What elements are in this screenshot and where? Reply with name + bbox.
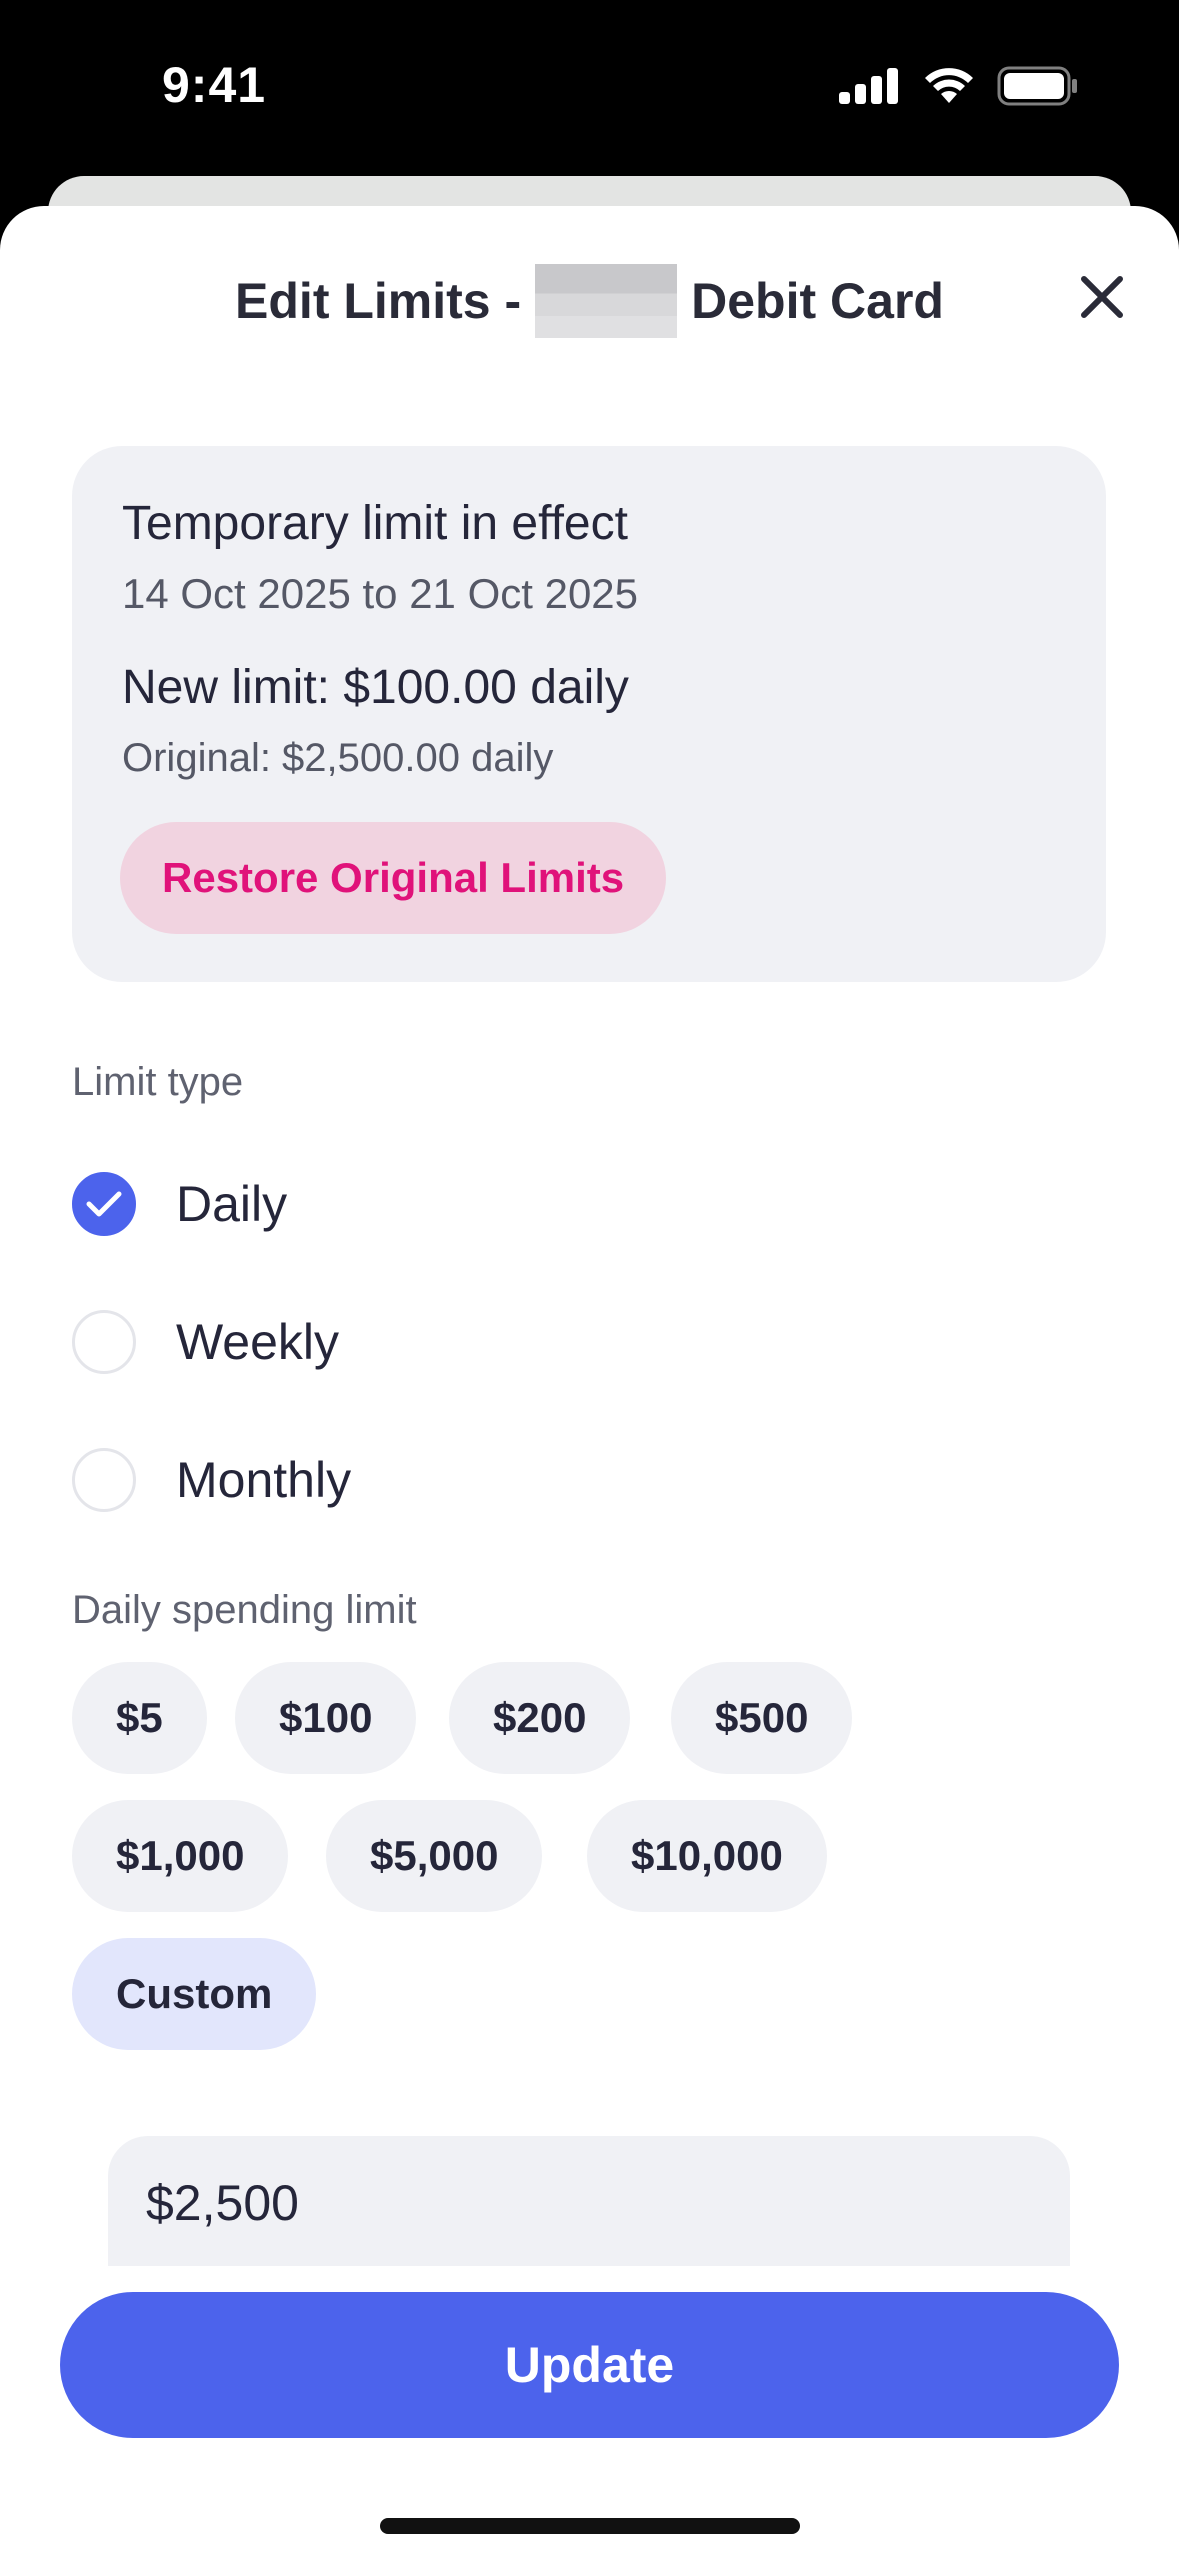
- radio-daily[interactable]: Daily: [72, 1169, 287, 1239]
- radio-unchecked[interactable]: [72, 1310, 136, 1374]
- radio-checked[interactable]: [72, 1172, 136, 1236]
- radio-label-daily: Daily: [176, 1176, 288, 1232]
- battery-icon: [997, 66, 1077, 106]
- status-time: 9:41: [162, 57, 267, 113]
- new-limit-text: New limit: $100.00 daily: [122, 661, 629, 714]
- restore-original-limits-button[interactable]: Restore Original Limits: [120, 822, 667, 934]
- chip-10000[interactable]: $10,000: [587, 1800, 827, 1912]
- chip-1000[interactable]: $1,000: [72, 1800, 289, 1912]
- radio-monthly[interactable]: Monthly: [72, 1445, 351, 1515]
- update-button[interactable]: Update: [60, 2292, 1119, 2438]
- title-prefix: Edit Limits -: [235, 273, 522, 329]
- radio-label-weekly: Weekly: [176, 1314, 340, 1370]
- radio-unchecked[interactable]: [72, 1448, 136, 1512]
- cellular-signal-icon: [839, 68, 898, 104]
- edit-limits-sheet: Edit Limits - Debit Card Temporary limit…: [0, 206, 1179, 2556]
- original-limit-text: Original: $2,500.00 daily: [122, 736, 554, 780]
- radio-label-monthly: Monthly: [176, 1452, 352, 1508]
- sheet-header: Edit Limits - Debit Card: [0, 254, 1179, 346]
- temporary-limit-title: Temporary limit in effect: [122, 497, 628, 550]
- spending-limit-label: Daily spending limit: [72, 1588, 417, 1632]
- chip-5000[interactable]: $5,000: [326, 1800, 543, 1912]
- chip-500[interactable]: $500: [671, 1662, 853, 1774]
- wifi-icon: [925, 68, 973, 103]
- home-indicator: [380, 2518, 800, 2534]
- chip-100[interactable]: $100: [235, 1662, 417, 1774]
- radio-weekly[interactable]: Weekly: [72, 1307, 339, 1377]
- checkmark-icon: [86, 1191, 122, 1217]
- chip-5[interactable]: $5: [72, 1662, 207, 1774]
- limit-type-label: Limit type: [72, 1060, 244, 1104]
- status-bar: 9:41: [0, 0, 1179, 170]
- custom-amount-input[interactable]: $2,500: [108, 2136, 1070, 2266]
- temporary-limit-dates: 14 Oct 2025 to 21 Oct 2025: [122, 570, 639, 617]
- temporary-limit-card: Temporary limit in effect 14 Oct 2025 to…: [72, 446, 1106, 982]
- close-button[interactable]: [1067, 262, 1137, 332]
- redacted-card-name: [535, 264, 678, 338]
- sheet-title: Edit Limits - Debit Card: [0, 264, 1179, 338]
- chip-custom[interactable]: Custom: [72, 1938, 317, 2050]
- status-icons: [839, 66, 1079, 106]
- close-icon: [1081, 276, 1123, 318]
- title-suffix: Debit Card: [691, 273, 944, 329]
- chip-200[interactable]: $200: [449, 1662, 631, 1774]
